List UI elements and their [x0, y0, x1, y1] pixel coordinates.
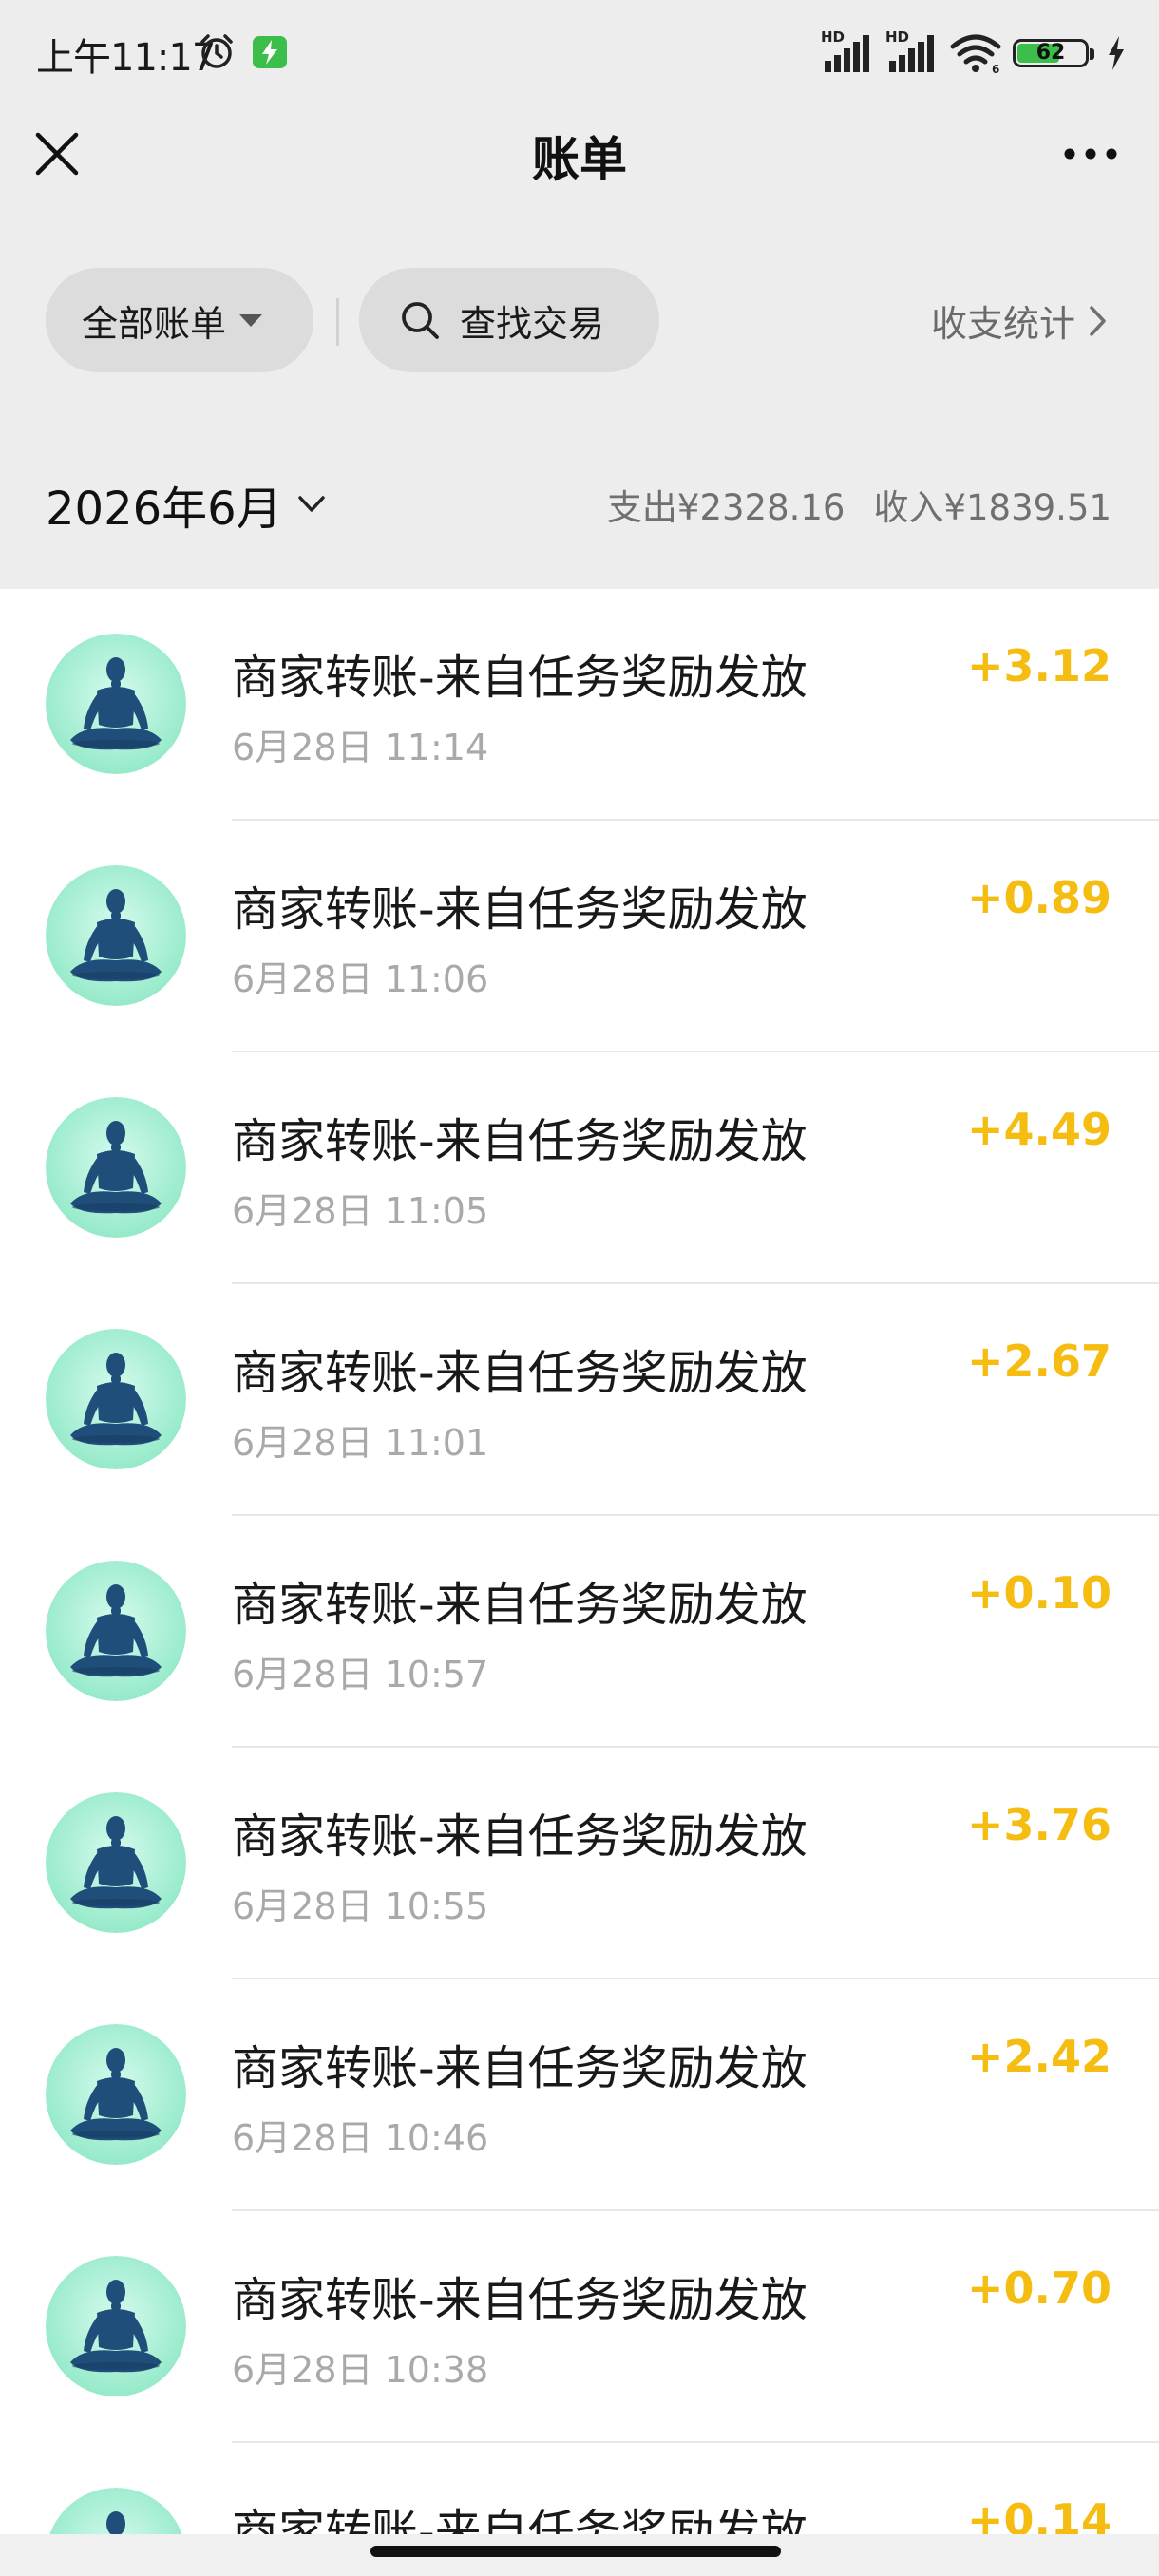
filter-divider [336, 298, 339, 346]
transaction-row[interactable]: 商家转账-来自任务奖励发放 6月28日 10:57 +0.10 [0, 1516, 1159, 1748]
chevron-down-icon [297, 496, 325, 512]
meditation-figure-icon [46, 2488, 186, 2536]
chevron-right-icon [1090, 305, 1106, 336]
search-icon [402, 302, 439, 339]
status-bar: 上午11:17 HD HD 6 62 [0, 0, 1159, 103]
status-indicators: HD HD 6 62 [821, 28, 1127, 76]
gesture-bar [0, 2534, 1159, 2576]
transaction-row[interactable]: 商家转账-来自任务奖励发放 6月28日 10:46 +2.42 [0, 1979, 1159, 2211]
expense-total: 支出¥2328.16 [606, 487, 846, 528]
meditation-figure-icon [46, 2024, 186, 2165]
month-header: 2026年6月 支出¥2328.16 收入¥1839.51 [0, 422, 1159, 589]
transaction-list: 商家转账-来自任务奖励发放 6月28日 11:14 +3.12 商家转账-来自任… [0, 589, 1159, 2536]
transaction-amount: +3.76 [966, 1799, 1112, 1850]
transaction-row[interactable]: 商家转账-来自任务奖励发放 6月28日 10:38 +0.70 [0, 2211, 1159, 2443]
page-title: 账单 [532, 132, 627, 187]
transaction-title: 商家转账-来自任务奖励发放 [232, 1578, 808, 1632]
transaction-time: 6月28日 11:05 [232, 1190, 489, 1232]
transaction-row[interactable]: 商家转账-来自任务奖励发放 +0.14 [0, 2443, 1159, 2536]
transaction-amount: +0.14 [966, 2494, 1112, 2536]
meditation-figure-icon [46, 1561, 186, 1701]
more-icon[interactable] [1060, 137, 1121, 171]
transaction-title: 商家转账-来自任务奖励发放 [232, 1346, 808, 1400]
transaction-title: 商家转账-来自任务奖励发放 [232, 1809, 808, 1864]
month-selector[interactable]: 2026年6月 [46, 471, 328, 538]
transaction-title: 商家转账-来自任务奖励发放 [232, 651, 808, 705]
wifi-icon: 6 [950, 34, 1001, 74]
home-indicator[interactable] [370, 2546, 781, 2557]
nav-bar: 账单 [0, 104, 1159, 203]
all-bills-label: 全部账单 [82, 302, 227, 345]
meditation-figure-icon [46, 634, 186, 774]
transaction-time: 6月28日 11:06 [232, 958, 489, 1000]
transaction-time: 6月28日 11:14 [232, 727, 489, 768]
transaction-amount: +2.67 [966, 1335, 1112, 1387]
transaction-title: 商家转账-来自任务奖励发放 [232, 1114, 808, 1168]
stats-label: 收支统计 [930, 303, 1075, 345]
transaction-row[interactable]: 商家转账-来自任务奖励发放 6月28日 11:01 +2.67 [0, 1284, 1159, 1516]
cell-signal-2-icon: HD [885, 28, 939, 74]
income-total: 收入¥1839.51 [873, 487, 1112, 528]
search-label: 查找交易 [460, 302, 605, 345]
meditation-figure-icon [46, 1329, 186, 1469]
all-bills-dropdown[interactable]: 全部账单 [46, 268, 314, 372]
transaction-time: 6月28日 10:57 [232, 1654, 489, 1695]
month-summary: 支出¥2328.16 收入¥1839.51 [607, 479, 1112, 530]
search-transactions-button[interactable]: 查找交易 [359, 268, 659, 372]
transaction-row[interactable]: 商家转账-来自任务奖励发放 6月28日 11:06 +0.89 [0, 821, 1159, 1052]
transaction-time: 6月28日 10:38 [232, 2349, 489, 2391]
transaction-time: 6月28日 11:01 [232, 1422, 489, 1464]
meditation-figure-icon [46, 2256, 186, 2396]
meditation-figure-icon [46, 1097, 186, 1238]
income-expense-stats-link[interactable]: 收支统计 [931, 294, 1110, 347]
power-saving-icon [253, 36, 287, 68]
transaction-title: 商家转账-来自任务奖励发放 [232, 2505, 808, 2536]
charging-icon [1109, 36, 1124, 70]
transaction-amount: +0.10 [966, 1567, 1112, 1619]
transaction-amount: +0.70 [966, 2263, 1112, 2314]
transaction-row[interactable]: 商家转账-来自任务奖励发放 6月28日 11:05 +4.49 [0, 1052, 1159, 1284]
battery-icon: 62 [1013, 35, 1094, 71]
meditation-figure-icon [46, 865, 186, 1006]
transaction-title: 商家转账-来自任务奖励发放 [232, 2041, 808, 2095]
transaction-amount: +4.49 [966, 1104, 1112, 1155]
transaction-time: 6月28日 10:55 [232, 1885, 489, 1927]
svg-text:6: 6 [992, 63, 999, 74]
transaction-amount: +3.12 [966, 640, 1112, 691]
status-time: 上午11:17 [36, 36, 216, 80]
transaction-amount: +2.42 [966, 2031, 1112, 2082]
transaction-time: 6月28日 10:46 [232, 2117, 489, 2159]
transaction-title: 商家转账-来自任务奖励发放 [232, 882, 808, 937]
cell-signal-icon: HD [821, 28, 874, 74]
alarm-icon [200, 34, 233, 68]
month-label: 2026年6月 [46, 483, 282, 536]
meditation-figure-icon [46, 1792, 186, 1933]
bill-screen: 上午11:17 HD HD 6 62 账单 全部账单 查找交易 收支统计 202… [0, 0, 1159, 2576]
filter-bar: 全部账单 查找交易 收支统计 [0, 268, 1159, 374]
caret-down-icon [239, 313, 263, 327]
transaction-row[interactable]: 商家转账-来自任务奖励发放 6月28日 10:55 +3.76 [0, 1748, 1159, 1979]
transaction-row[interactable]: 商家转账-来自任务奖励发放 6月28日 11:14 +3.12 [0, 589, 1159, 821]
transaction-title: 商家转账-来自任务奖励发放 [232, 2273, 808, 2327]
transaction-amount: +0.89 [966, 872, 1112, 923]
